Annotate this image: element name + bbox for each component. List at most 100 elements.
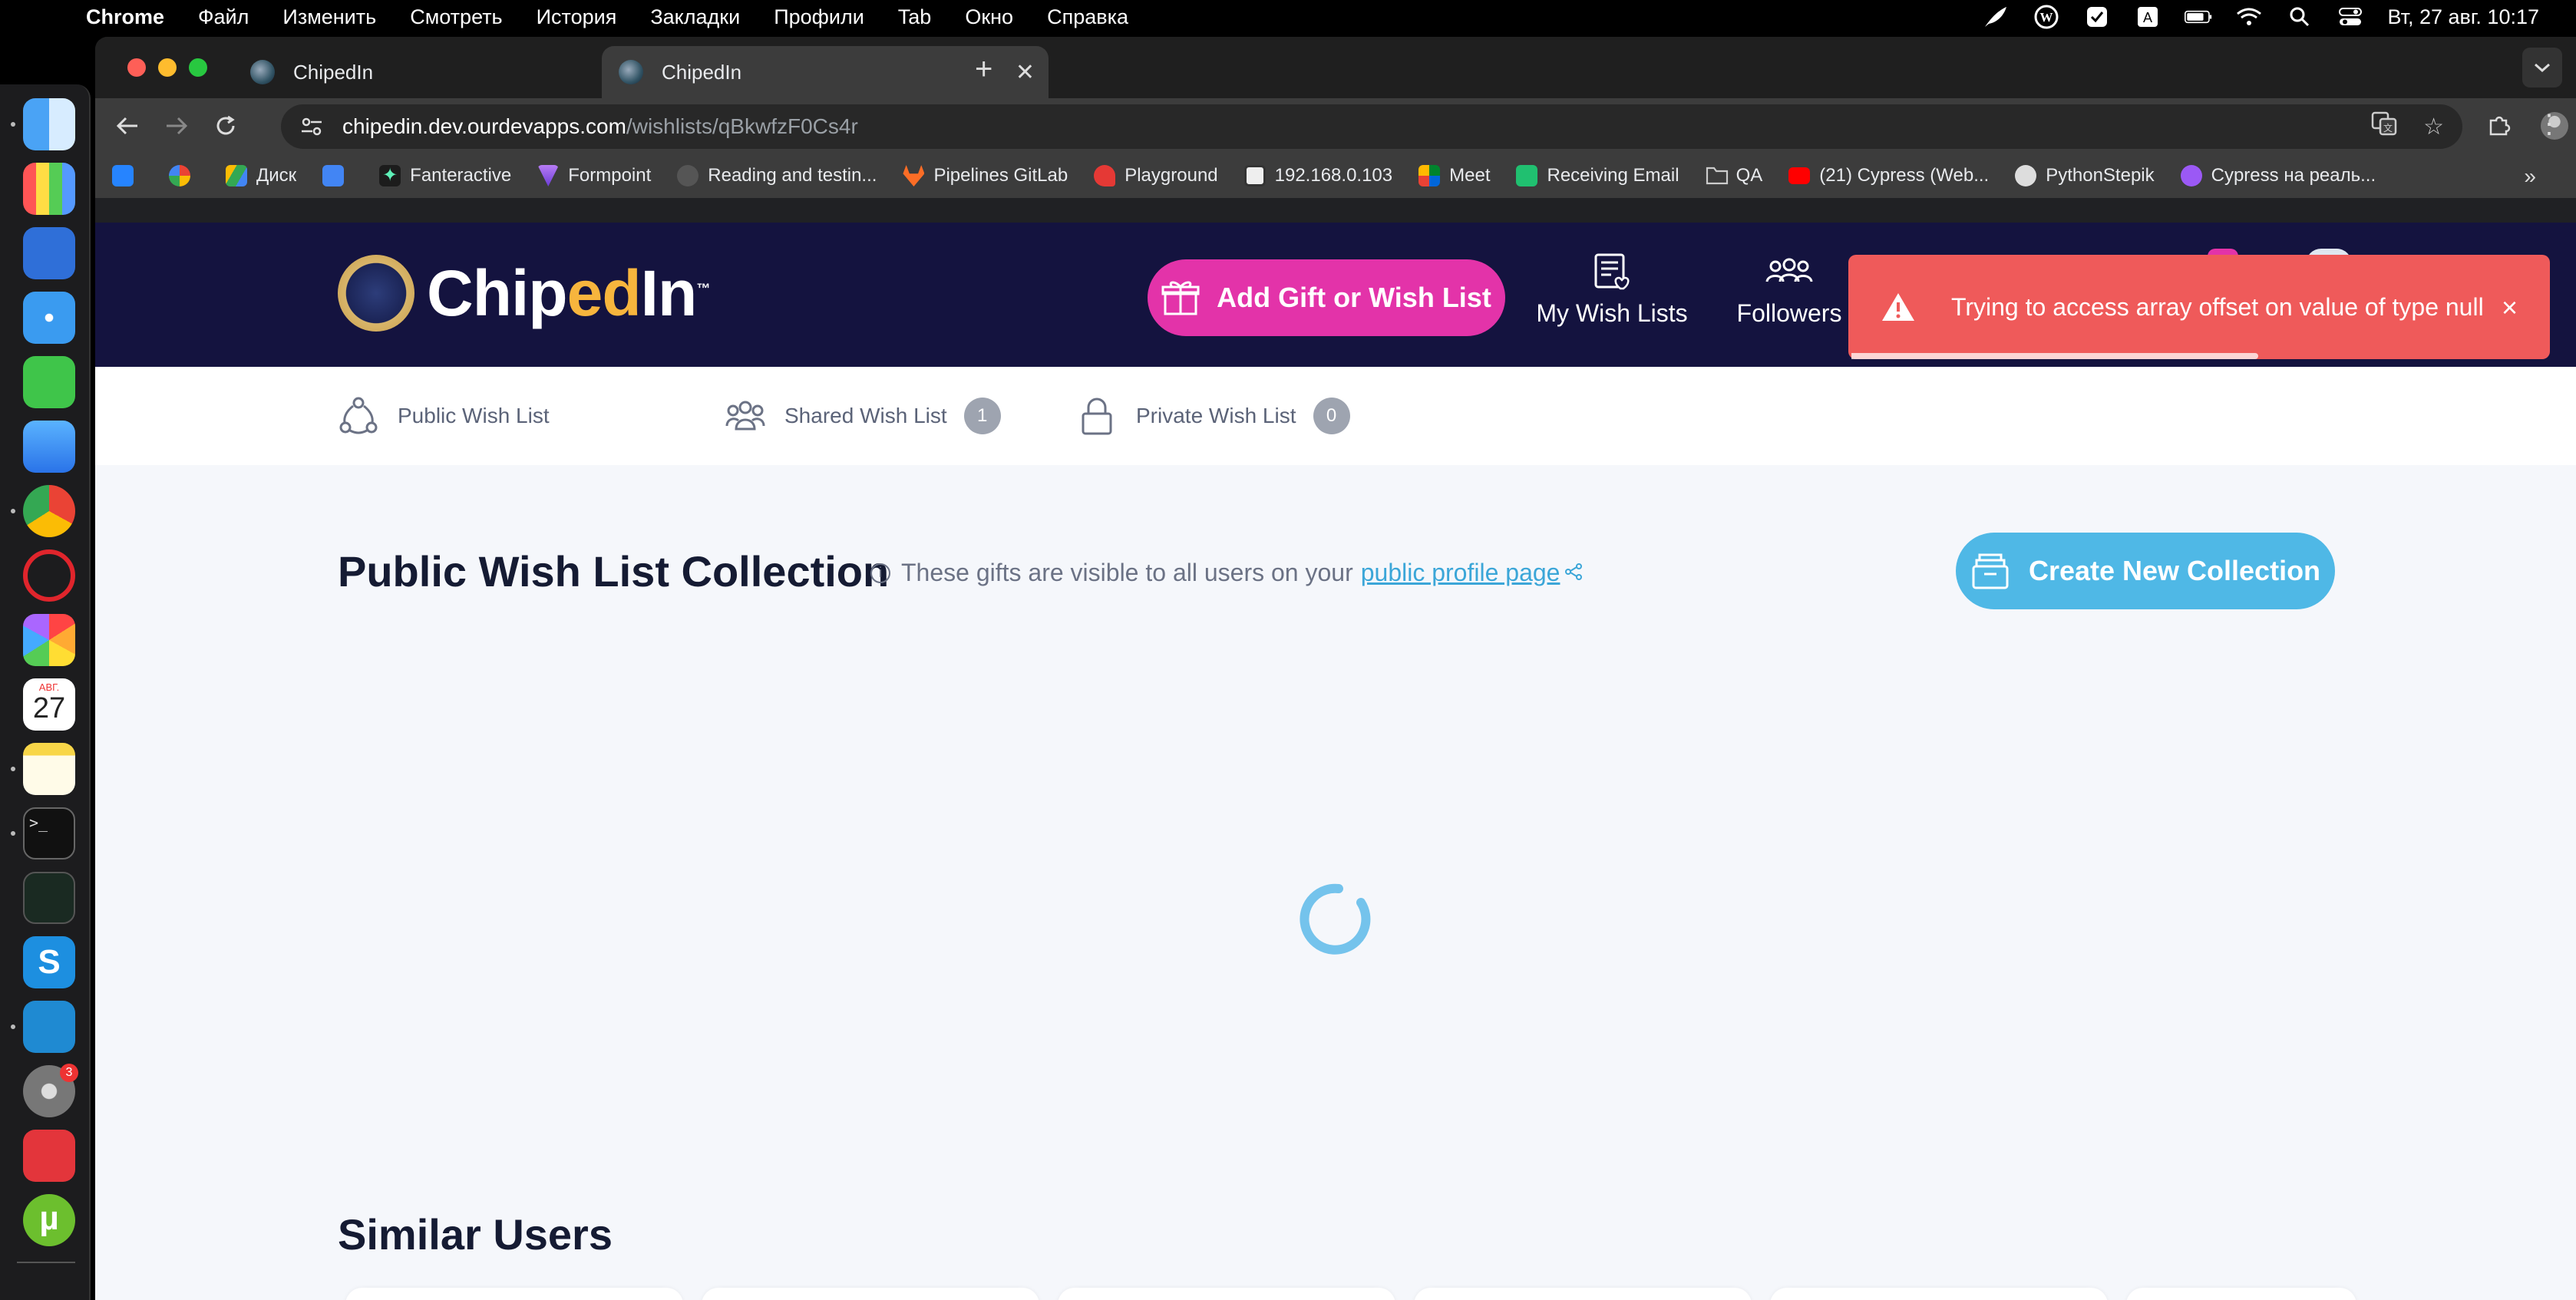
speech-app-icon[interactable] xyxy=(23,1130,75,1182)
vscode-icon[interactable] xyxy=(23,1001,75,1053)
back-arrow-icon[interactable] xyxy=(111,109,144,143)
similar-user-card[interactable] xyxy=(1058,1288,1395,1300)
window-minimize-button[interactable] xyxy=(158,58,177,77)
terminal-icon[interactable]: >_ xyxy=(23,807,75,860)
forward-arrow-icon[interactable] xyxy=(160,109,193,143)
feather-icon[interactable] xyxy=(1982,5,2010,28)
tab-title: ChipedIn xyxy=(662,60,742,84)
bookmark-google[interactable] xyxy=(169,165,200,186)
menu-edit[interactable]: Изменить xyxy=(282,5,376,29)
info-icon: i xyxy=(870,563,890,583)
mail-icon[interactable] xyxy=(23,421,75,473)
menu-bookmarks[interactable]: Закладки xyxy=(650,5,740,29)
chrome-icon[interactable] xyxy=(23,485,75,537)
skype-icon[interactable]: S xyxy=(23,936,75,988)
checkbox-app-icon[interactable] xyxy=(2083,5,2111,28)
similar-user-card[interactable] xyxy=(2126,1288,2356,1300)
translate-icon[interactable]: 文 xyxy=(2371,111,2397,142)
finder-icon[interactable] xyxy=(23,98,75,150)
chipedin-logo[interactable]: ChipedIn™ xyxy=(338,255,710,332)
utorrent-icon[interactable]: µ xyxy=(23,1194,75,1246)
safari-icon[interactable] xyxy=(23,292,75,344)
confluence-icon xyxy=(112,165,134,186)
followers-link[interactable]: Followers xyxy=(1721,250,1858,328)
bookmark-star-icon[interactable]: ☆ xyxy=(2423,114,2444,140)
window-zoom-button[interactable] xyxy=(189,58,207,77)
public-profile-link[interactable]: public profile page xyxy=(1361,559,1560,587)
messages-icon[interactable] xyxy=(23,356,75,408)
bookmark-folder-qa[interactable]: QA xyxy=(1706,165,1762,186)
tab-shared-wish-list[interactable]: Shared Wish List 1 xyxy=(725,394,1001,437)
bookmark-receiving-email[interactable]: Receiving Email xyxy=(1516,165,1679,186)
launchpad-icon[interactable] xyxy=(23,163,75,215)
mailtrap-icon xyxy=(1516,165,1538,186)
activity-monitor-icon[interactable] xyxy=(23,872,75,924)
opera-icon[interactable] xyxy=(23,549,75,602)
menu-help[interactable]: Справка xyxy=(1047,5,1128,29)
add-gift-button[interactable]: Add Gift or Wish List xyxy=(1148,259,1505,336)
bookmark-playground[interactable]: Playground xyxy=(1094,165,1218,186)
browser-toolbar: chipedin.dev.ourdevapps.com/wishlists/qB… xyxy=(95,98,2576,153)
wish-list-tabs: Public Wish List Shared Wish List 1 Priv… xyxy=(95,367,2576,465)
wifi-icon[interactable] xyxy=(2235,5,2263,28)
menu-window[interactable]: Окно xyxy=(965,5,1013,29)
bookmark-cypress-real[interactable]: Cypress на реаль... xyxy=(2180,165,2376,186)
create-new-collection-button[interactable]: Create New Collection xyxy=(1956,533,2335,609)
menu-file[interactable]: Файл xyxy=(198,5,249,29)
chrome-menu-dots-icon[interactable]: ⋮ xyxy=(2536,109,2562,140)
input-source-icon[interactable]: A xyxy=(2134,5,2162,28)
bookmark-confluence[interactable] xyxy=(112,165,143,186)
bookmark-ip-address[interactable]: 192.168.0.103 xyxy=(1243,165,1392,186)
reminders-icon[interactable] xyxy=(23,227,75,279)
bookmark-disk[interactable]: Диск xyxy=(226,165,296,186)
create-collection-label: Create New Collection xyxy=(2028,555,2321,586)
new-tab-plus-icon[interactable]: + xyxy=(975,52,992,87)
tab-bar: ChipedIn ✕ ChipedIn ✕ + xyxy=(95,37,2576,98)
extensions-puzzle-icon[interactable] xyxy=(2482,109,2516,143)
omnibox-actions: 文 ☆ xyxy=(2371,104,2444,149)
similar-user-card[interactable] xyxy=(702,1288,1039,1300)
bookmark-translate[interactable] xyxy=(322,165,353,186)
folder-icon xyxy=(1706,165,1728,186)
menu-history[interactable]: История xyxy=(537,5,617,29)
my-wish-lists-link[interactable]: My Wish Lists xyxy=(1527,250,1696,328)
menu-view[interactable]: Смотреть xyxy=(410,5,502,29)
tab-public-wish-list[interactable]: Public Wish List xyxy=(338,394,550,437)
notes-icon[interactable] xyxy=(23,743,75,795)
google-translate-icon xyxy=(322,165,345,186)
control-center-icon[interactable] xyxy=(2337,5,2364,28)
calendar-icon[interactable]: АВГ. 27 xyxy=(23,678,75,731)
menu-app-chrome[interactable]: Chrome xyxy=(86,5,164,29)
bookmark-cypress-youtube[interactable]: (21) Cypress (Web... xyxy=(1788,165,1989,186)
similar-user-card[interactable] xyxy=(1414,1288,1752,1300)
menu-profiles[interactable]: Профили xyxy=(774,5,864,29)
spotlight-search-icon[interactable] xyxy=(2286,5,2313,28)
public-network-icon xyxy=(339,397,378,434)
menu-bar-clock[interactable]: Вт, 27 авг. 10:17 xyxy=(2387,5,2539,29)
calendar-month: АВГ. xyxy=(38,681,60,693)
bookmark-pythonstepik[interactable]: PythonStepik xyxy=(2015,165,2155,186)
bookmark-fanteractive[interactable]: ✦ Fanteractive xyxy=(379,165,511,186)
bookmarks-overflow-icon[interactable]: » xyxy=(2524,164,2536,189)
tab-private-wish-list[interactable]: Private Wish List 0 xyxy=(1076,394,1350,437)
share-icon[interactable] xyxy=(1564,559,1583,587)
wordpress-icon[interactable]: W xyxy=(2033,5,2060,29)
menu-tab[interactable]: Tab xyxy=(898,5,932,29)
bookmark-formpoint[interactable]: Formpoint xyxy=(537,165,651,186)
bookmark-meet[interactable]: Meet xyxy=(1418,165,1490,186)
toast-close-icon[interactable]: × xyxy=(2502,292,2518,324)
battery-icon[interactable] xyxy=(2185,5,2212,28)
window-close-button[interactable] xyxy=(127,58,146,77)
visibility-text: These gifts are visible to all users on … xyxy=(901,559,1353,586)
site-settings-icon[interactable] xyxy=(296,111,327,142)
photos-icon[interactable] xyxy=(23,614,75,666)
address-bar[interactable]: chipedin.dev.ourdevapps.com/wishlists/qB… xyxy=(281,104,2462,149)
bookmark-pipelines-gitlab[interactable]: Pipelines GitLab xyxy=(903,165,1068,186)
tab-search-chevron-icon[interactable] xyxy=(2522,48,2562,87)
similar-user-card[interactable] xyxy=(345,1288,683,1300)
bookmark-reading-testing[interactable]: Reading and testin... xyxy=(677,165,877,186)
similar-user-card[interactable] xyxy=(1770,1288,2108,1300)
reload-icon[interactable] xyxy=(209,109,243,143)
tab-close-icon[interactable]: ✕ xyxy=(1016,59,1035,86)
warning-icon xyxy=(1882,293,1914,321)
